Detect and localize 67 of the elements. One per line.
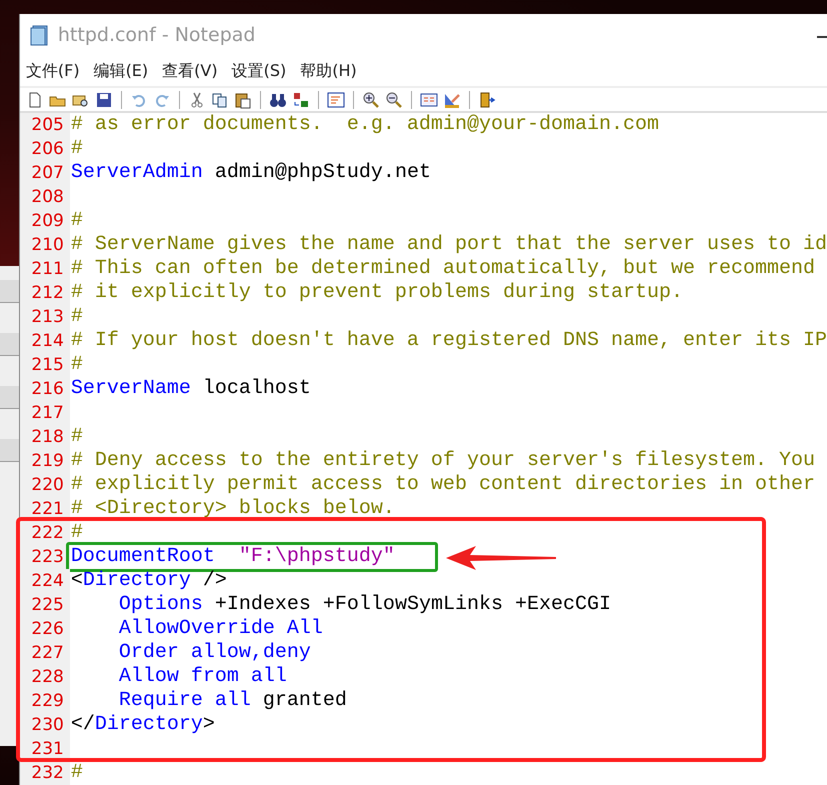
code-line: # bbox=[70, 305, 83, 329]
code-line: # as error documents. e.g. admin@your-domain.com bbox=[70, 113, 659, 137]
line-number: 228 bbox=[20, 665, 70, 689]
copy-icon[interactable] bbox=[210, 90, 229, 108]
line-number: 212 bbox=[20, 281, 70, 305]
code-line: Order allow,deny bbox=[118, 641, 311, 665]
code-line: # bbox=[70, 209, 83, 233]
code-line: # explicitly permit access to web content directories in other bbox=[70, 473, 815, 497]
zoom-in-icon[interactable] bbox=[362, 90, 380, 108]
line-number: 216 bbox=[20, 377, 70, 401]
code-line: # bbox=[70, 425, 83, 449]
menu-item[interactable]: 文件(F) bbox=[26, 60, 80, 82]
paste-icon[interactable] bbox=[234, 90, 252, 108]
zoom-out-icon[interactable] bbox=[384, 90, 403, 108]
line-number: 207 bbox=[20, 161, 70, 185]
line-number: 217 bbox=[20, 401, 70, 425]
code-line: ServerName localhost bbox=[70, 377, 311, 401]
line-number: 224 bbox=[20, 569, 70, 593]
line-number: 218 bbox=[20, 425, 70, 449]
code-line: # ServerName gives the name and port that the server uses to id bbox=[70, 233, 827, 257]
code-line: # bbox=[70, 137, 83, 161]
line-number: 215 bbox=[20, 353, 70, 377]
save-icon[interactable] bbox=[94, 90, 113, 108]
menu-item[interactable]: 设置(S) bbox=[232, 60, 286, 82]
window-settings-icon[interactable] bbox=[420, 90, 438, 108]
code-line: AllowOverride All bbox=[118, 617, 323, 641]
line-number: 214 bbox=[20, 329, 70, 353]
code-line: Allow from all bbox=[118, 665, 287, 689]
code-line: # bbox=[70, 353, 83, 377]
code-line: DocumentRoot "F:\phpstudy" bbox=[70, 545, 395, 569]
code-line: Options +Indexes +FollowSymLinks +ExecCGI bbox=[118, 593, 611, 617]
line-number: 225 bbox=[20, 593, 70, 617]
line-number: 219 bbox=[20, 449, 70, 473]
line-number: 222 bbox=[20, 521, 70, 545]
line-number: 208 bbox=[20, 185, 70, 209]
line-number: 211 bbox=[20, 257, 70, 281]
line-number: 227 bbox=[20, 641, 70, 665]
notepad-icon bbox=[30, 24, 50, 46]
line-number: 223 bbox=[20, 545, 70, 569]
code-line: Require all granted bbox=[118, 689, 347, 713]
line-number: 226 bbox=[20, 617, 70, 641]
exit-door-icon[interactable] bbox=[478, 90, 496, 108]
replace-icon[interactable] bbox=[292, 90, 310, 108]
code-line: # bbox=[70, 521, 83, 545]
line-number: 230 bbox=[20, 713, 70, 737]
wrap-icon[interactable] bbox=[326, 90, 345, 108]
line-number: 213 bbox=[20, 305, 70, 329]
menu-item[interactable]: 查看(V) bbox=[162, 60, 218, 82]
line-number: 210 bbox=[20, 233, 70, 257]
code-line: # If your host doesn't have a registered DNS name, enter its IP bbox=[70, 329, 827, 353]
menu-item[interactable]: 帮助(H) bbox=[300, 60, 357, 82]
code-line: # This can often be determined automatically, but we recommend bbox=[70, 257, 815, 281]
window-title: httpd.conf - Notepad bbox=[58, 24, 256, 46]
code-line: </Directory> bbox=[70, 713, 215, 737]
line-number: 206 bbox=[20, 137, 70, 161]
code-line: # it explicitly to prevent problems during startup. bbox=[70, 281, 683, 305]
code-line: # <Directory> blocks below. bbox=[70, 497, 395, 521]
line-number: 209 bbox=[20, 209, 70, 233]
line-number: 220 bbox=[20, 473, 70, 497]
code-line: ServerAdmin admin@phpStudy.net bbox=[70, 161, 431, 185]
code-line: # bbox=[70, 761, 83, 785]
code-line: # Deny access to the entirety of your server's filesystem. You bbox=[70, 449, 815, 473]
line-number: 205 bbox=[20, 113, 70, 137]
line-number: 232 bbox=[20, 761, 70, 785]
code-line: <Directory /> bbox=[70, 569, 227, 593]
line-number: 229 bbox=[20, 689, 70, 713]
menu-item[interactable]: 编辑(E) bbox=[94, 60, 148, 82]
